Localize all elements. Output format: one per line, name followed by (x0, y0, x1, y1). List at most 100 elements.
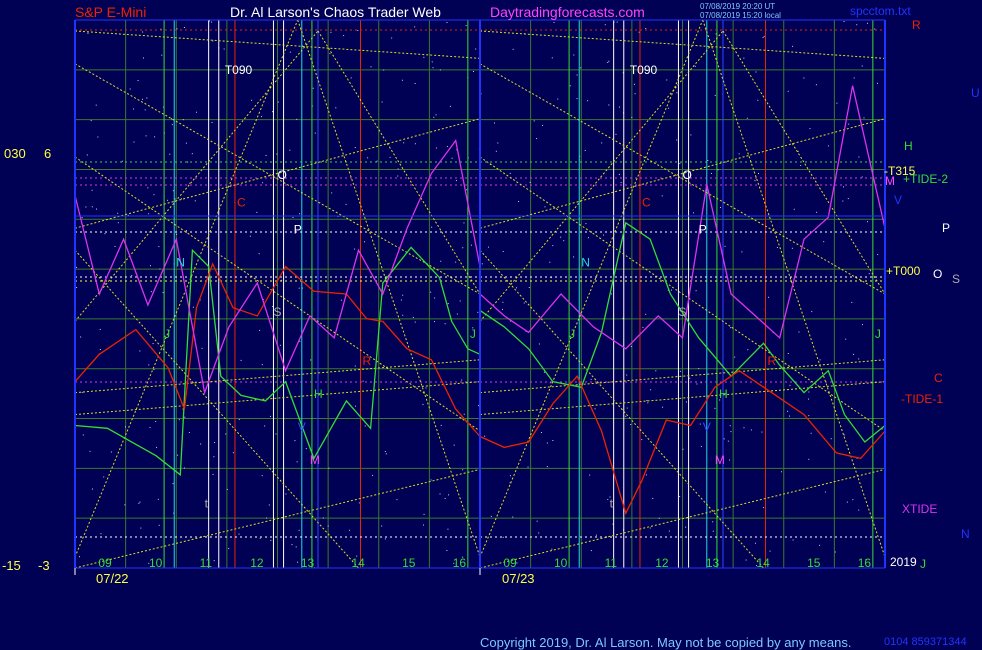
star-dot (191, 153, 193, 155)
star-dot (750, 429, 752, 431)
star-dot (719, 206, 721, 208)
star-dot (594, 408, 596, 410)
star-dot (425, 387, 427, 389)
star-dot (189, 182, 191, 184)
star-dot (322, 517, 324, 519)
chart-frame (74, 19, 886, 569)
chart-canvas: 09 10 11 12 13 14 15 16 T090 O C P N S J H V M Rt J 09 10 11 12… (74, 19, 886, 575)
star-dot (584, 149, 586, 151)
star-dot (261, 364, 263, 366)
star-dot (877, 254, 879, 256)
star-dot (527, 466, 529, 468)
star-dot (259, 537, 261, 539)
star-dot (99, 349, 101, 351)
star-dot (789, 384, 791, 386)
star-dot (367, 157, 369, 159)
star-dot (858, 156, 860, 158)
star-dot (82, 434, 84, 436)
star-dot (542, 124, 544, 126)
star-dot (391, 37, 393, 39)
star-dot (200, 443, 202, 445)
star-dot (573, 54, 575, 56)
star-dot (184, 26, 186, 28)
star-dot (265, 154, 267, 156)
star-dot (364, 425, 366, 427)
star-dot (631, 116, 633, 118)
star-dot (707, 160, 709, 162)
star-dot (439, 69, 441, 71)
star-dot (607, 498, 609, 500)
hour-label: 14 (756, 556, 770, 570)
star-dot (478, 405, 480, 407)
panel-letter-h: H (314, 387, 323, 401)
star-dot (153, 194, 155, 196)
star-dot (655, 370, 657, 372)
star-dot (279, 344, 281, 346)
panel-letter-j2: J (470, 327, 476, 341)
star-dot (381, 525, 383, 527)
panel-letter-c: C (642, 195, 651, 209)
star-dot (502, 536, 504, 538)
star-dot (178, 419, 180, 421)
star-dot (434, 321, 436, 323)
star-dot (633, 83, 635, 85)
panel-letter-r: R (768, 354, 777, 368)
panel-letter-o: O (278, 168, 287, 182)
star-dot (465, 25, 467, 27)
star-dot (712, 530, 714, 532)
star-dot (858, 358, 860, 360)
star-dot (754, 180, 756, 182)
star-dot (91, 206, 93, 208)
star-dot (423, 513, 425, 515)
site-link[interactable]: Daytradingforecasts.com (490, 4, 645, 20)
star-dot (258, 253, 260, 255)
star-dot (585, 223, 587, 225)
trend-line (479, 19, 704, 558)
star-dot (848, 123, 850, 125)
star-dot (758, 172, 760, 174)
left-axis-030: 030 (4, 146, 26, 161)
star-dot (298, 287, 300, 289)
star-dot (490, 515, 492, 517)
star-dot (103, 476, 105, 478)
star-dot (155, 420, 157, 422)
panel-letter-j2: J (875, 327, 881, 341)
star-dot (472, 71, 474, 73)
star-dot (145, 135, 147, 137)
star-dot (819, 359, 821, 361)
star-dot (402, 314, 404, 316)
star-dot (434, 297, 436, 299)
star-dot (757, 99, 759, 101)
star-dot (223, 48, 225, 50)
star-dot (117, 212, 119, 214)
star-dot (114, 245, 116, 247)
hour-label: 15 (402, 556, 416, 570)
star-dot (803, 77, 805, 79)
star-dot (808, 415, 810, 417)
hour-label: 11 (200, 556, 213, 570)
star-dot (734, 356, 736, 358)
star-dot (90, 120, 92, 122)
hour-label: 13 (706, 556, 720, 570)
star-dot (743, 427, 745, 429)
star-dot (546, 466, 548, 468)
star-dot (401, 79, 403, 81)
panel-letter-n: N (581, 256, 590, 270)
star-dot (569, 85, 571, 87)
star-dot (432, 67, 434, 69)
star-dot (495, 150, 497, 152)
star-dot (666, 79, 668, 81)
star-dot (431, 226, 433, 228)
star-dot (776, 246, 778, 248)
star-dot (354, 365, 356, 367)
star-dot (808, 398, 810, 400)
star-dot (414, 83, 416, 85)
star-dot (543, 371, 545, 373)
star-dot (192, 306, 194, 308)
star-dot (451, 157, 453, 159)
file-name: spcctom.txt (850, 4, 911, 18)
star-dot (412, 316, 414, 318)
star-dot (536, 520, 538, 522)
star-dot (512, 516, 514, 518)
star-dot (649, 527, 651, 529)
